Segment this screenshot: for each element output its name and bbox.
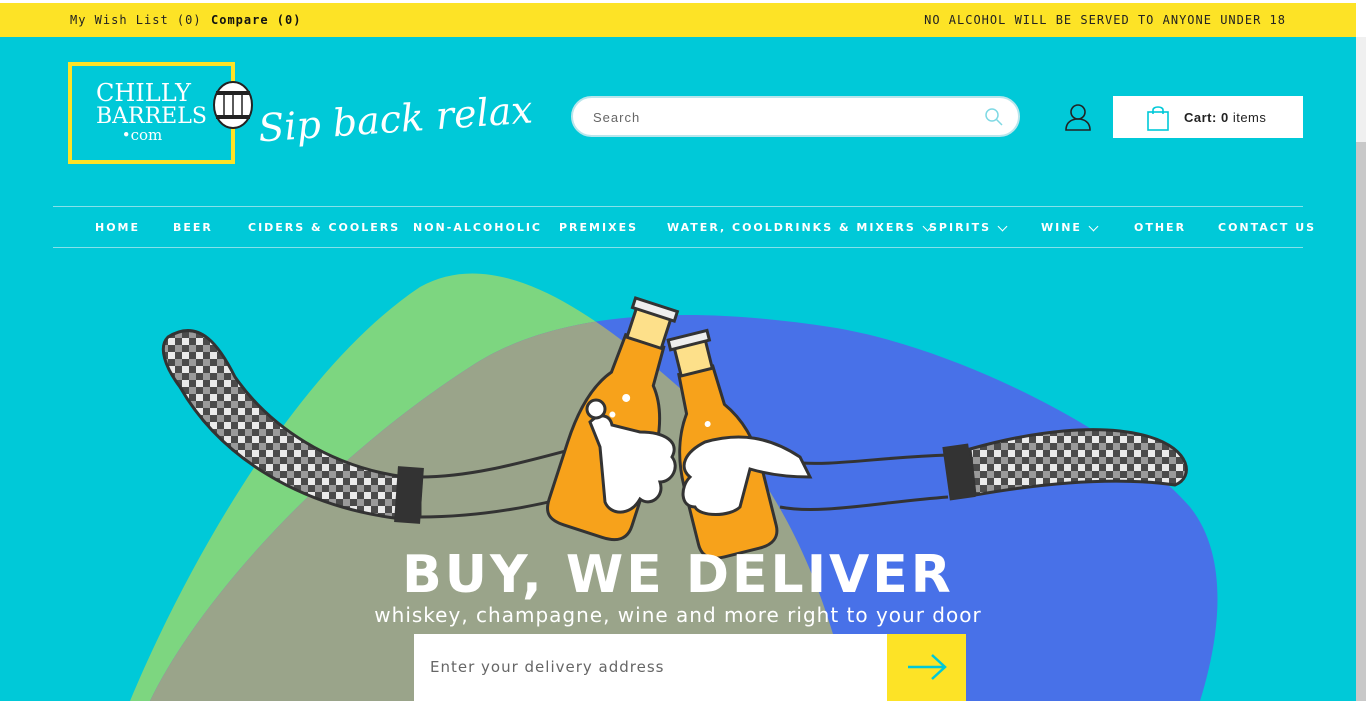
cart-button[interactable]: Cart: 0 items	[1113, 96, 1303, 138]
wishlist-link[interactable]: My Wish List (0)	[70, 13, 202, 27]
address-submit-button[interactable]	[887, 634, 966, 701]
logo-line-3: •com	[121, 126, 163, 144]
shopping-bag-icon	[1147, 106, 1169, 131]
nav-item-wine[interactable]: WINE	[1041, 221, 1099, 234]
nav-item-label: CIDERS & COOLERS	[248, 221, 401, 234]
nav-item-non-alcoholic[interactable]: NON-ALCOHOLIC	[413, 221, 542, 234]
cart-count: 0	[1220, 110, 1229, 125]
nav-item-premixes[interactable]: PREMIXES	[559, 221, 638, 234]
nav-item-label: PREMIXES	[559, 221, 639, 234]
chevron-down-icon	[1088, 221, 1099, 232]
user-icon[interactable]	[1064, 103, 1092, 131]
nav-item-label: OTHER	[1134, 221, 1187, 234]
nav-item-label: SPIRITS	[929, 221, 992, 234]
search-icon[interactable]	[984, 107, 1004, 127]
search-input[interactable]	[593, 107, 973, 127]
delivery-address-input[interactable]	[430, 656, 870, 678]
site-logo[interactable]: CHILLY BARRELS •com	[68, 62, 235, 164]
cart-summary: Cart: 0 items	[1184, 110, 1266, 125]
nav-item-ciders-coolers[interactable]: CIDERS & COOLERS	[248, 221, 400, 234]
nav-item-home[interactable]: HOME	[95, 221, 140, 234]
nav-item-label: BEER	[173, 221, 213, 234]
page-scrollbar[interactable]	[1356, 37, 1366, 701]
arrow-right-icon	[908, 654, 947, 680]
nav-item-label: CONTACT US	[1218, 221, 1317, 234]
chevron-down-icon	[997, 221, 1008, 232]
nav-item-beer[interactable]: BEER	[173, 221, 213, 234]
main-nav: HOME BEER CIDERS & COOLERS NON-ALCOHOLIC…	[53, 206, 1314, 248]
logo-text: CHILLY BARRELS •com	[96, 79, 207, 144]
nav-item-label: WINE	[1041, 221, 1082, 234]
nav-item-water-cooldrinks-mixers[interactable]: WATER, COOLDRINKS & MIXERS	[667, 221, 933, 234]
nav-item-label: WATER, COOLDRINKS & MIXERS	[667, 221, 916, 234]
barrel-icon	[213, 81, 253, 129]
cart-label: Cart:	[1184, 110, 1217, 125]
main-area: CHILLY BARRELS •com Sip back relax Searc…	[0, 37, 1356, 701]
cart-unit: items	[1232, 110, 1267, 125]
nav-item-label: HOME	[95, 221, 141, 234]
compare-link[interactable]: Compare (0)	[211, 13, 301, 27]
logo-line-2: BARRELS	[96, 104, 207, 129]
nav-item-spirits[interactable]: SPIRITS	[929, 221, 1008, 234]
scrollbar-thumb[interactable]	[1356, 142, 1366, 701]
age-notice: NO ALCOHOL WILL BE SERVED TO ANYONE UNDE…	[924, 13, 1286, 27]
nav-item-label: NON-ALCOHOLIC	[413, 221, 543, 234]
search-box	[571, 96, 1020, 137]
page: My Wish List (0) Compare (0) NO ALCOHOL …	[0, 0, 1366, 701]
top-bar: My Wish List (0) Compare (0) NO ALCOHOL …	[0, 3, 1356, 37]
hero-title: BUY, WE DELIVER	[402, 545, 954, 605]
hero-subtitle: whiskey, champagne, wine and more right …	[374, 603, 982, 627]
nav-item-contact-us[interactable]: CONTACT US	[1218, 221, 1316, 234]
nav-item-other[interactable]: OTHER	[1134, 221, 1186, 234]
logo-line-1: CHILLY	[96, 79, 191, 107]
delivery-address-box	[414, 634, 887, 701]
